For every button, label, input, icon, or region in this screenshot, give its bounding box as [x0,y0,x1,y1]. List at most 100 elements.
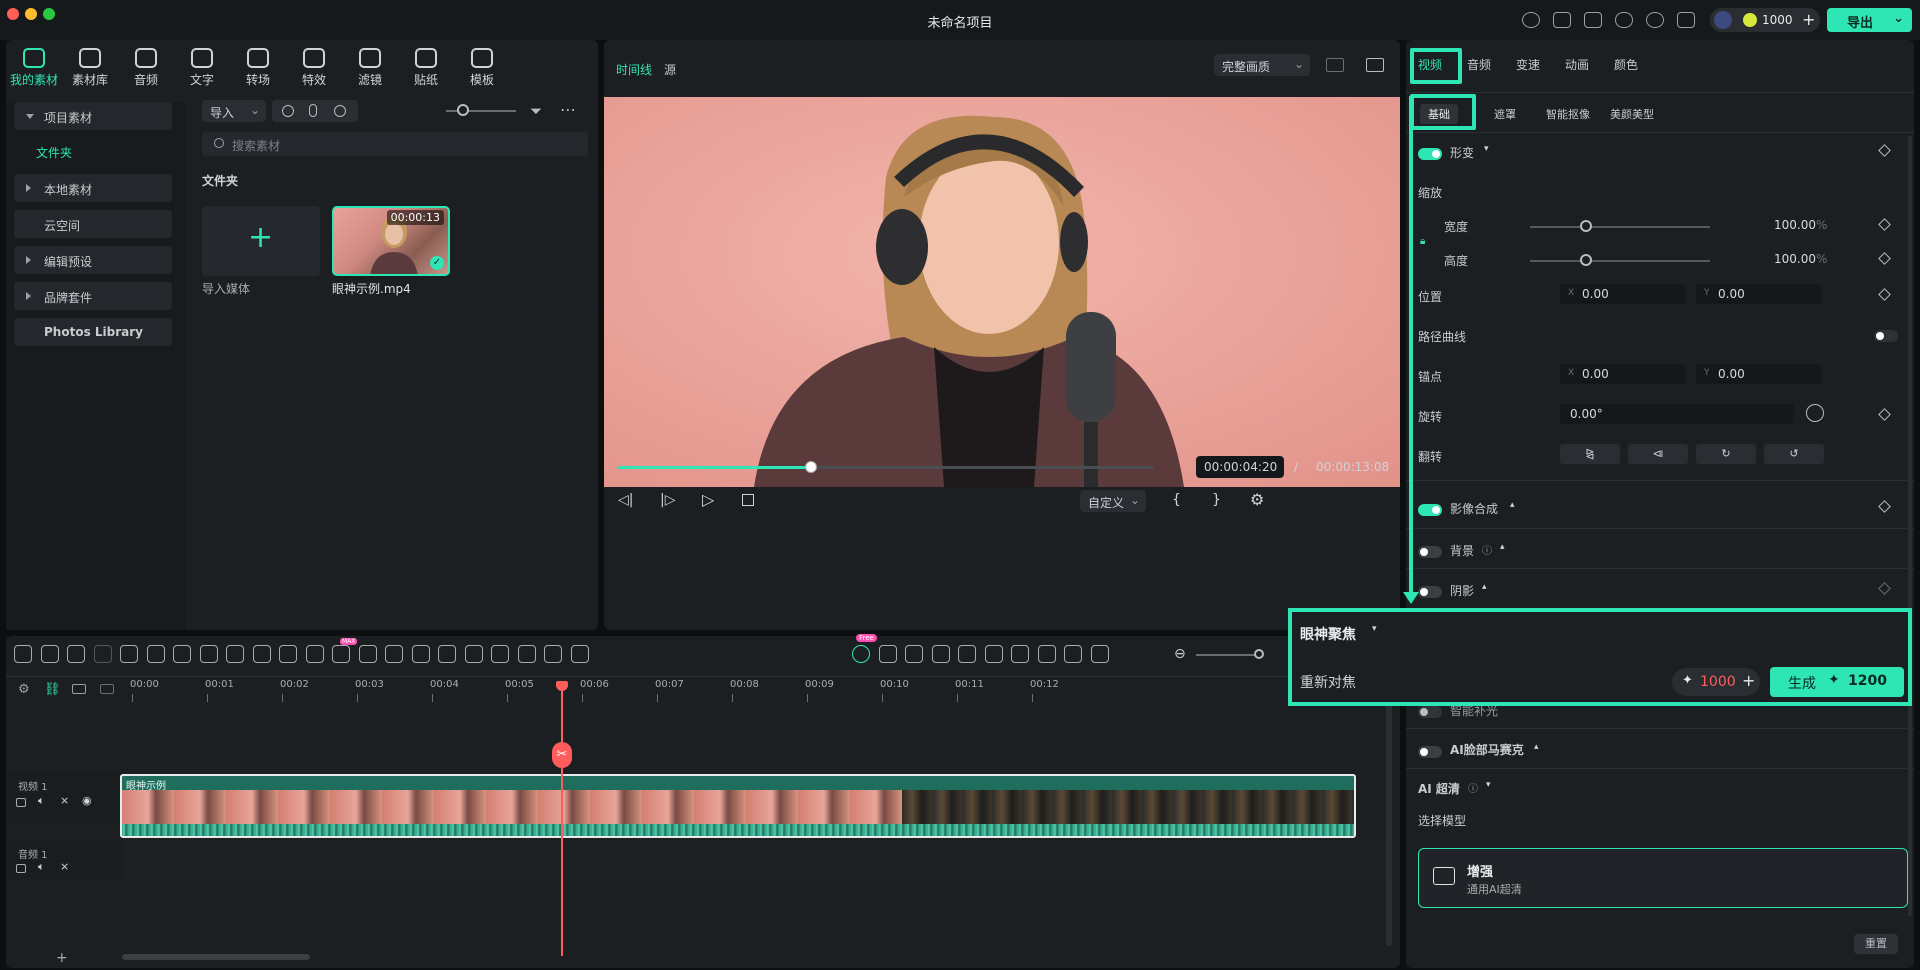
marker-icon[interactable] [100,684,114,694]
crop-icon[interactable] [173,645,191,663]
add-track-button[interactable]: + [56,950,68,966]
translate-icon[interactable] [517,645,536,663]
layout-icon[interactable] [14,645,32,663]
position-y-field[interactable]: Y 0.00 [1696,284,1822,304]
rotate-dial-icon[interactable] [1806,404,1824,422]
prop-tab-3[interactable]: 动画 [1565,56,1589,73]
tab-sticker[interactable]: 贴纸 [398,48,454,88]
timeline-settings-icon[interactable]: ⚙ [18,682,30,697]
tab-store[interactable]: 素材库 [62,48,118,88]
chevron-down-icon[interactable]: ⌄ [1893,11,1904,26]
grid-view-icon[interactable] [1326,58,1344,72]
tab-music[interactable]: 音频 [118,48,174,88]
rotate-field[interactable]: 0.00° [1560,404,1794,424]
mic-icon[interactable] [1011,645,1029,663]
speed-icon[interactable] [279,645,297,663]
mute-icon[interactable]: ⨯ [60,794,69,807]
freeze-icon[interactable] [358,645,377,663]
save-icon[interactable] [1584,12,1602,28]
chevron-down-icon[interactable]: ▾ [1372,624,1377,634]
speaker-icon[interactable]: 🔈︎ [38,794,45,808]
tab-timeline[interactable]: 时间线 [616,61,652,78]
voiceover-icon[interactable] [334,105,346,117]
step-back-icon[interactable]: |▷ [660,492,675,508]
flip-horizontal-icon[interactable]: ⧎ [1560,444,1620,464]
mute-icon[interactable]: ⨯ [60,860,69,873]
zoom-dropdown[interactable]: 自定义 ⌄ [1080,490,1146,512]
anchor-x-field[interactable]: X 0.00 [1560,364,1686,384]
position-x-field[interactable]: X 0.00 [1560,284,1686,304]
shadow-toggle[interactable] [1418,586,1442,598]
rotate-right-icon[interactable]: ↻ [1696,444,1756,464]
help-icon[interactable]: ⓘ [1468,780,1478,795]
credits-badge[interactable]: 1000 + [1710,8,1820,32]
prop-tab-4[interactable]: 颜色 [1614,56,1638,73]
apps-grid-icon[interactable] [1677,12,1695,28]
anchor-y-field[interactable]: Y 0.00 [1696,364,1822,384]
snap-grid-icon[interactable] [878,645,897,663]
width-value[interactable]: 100.00 [1774,218,1816,232]
chevron-up-icon[interactable]: ▴ [1534,742,1539,752]
playhead-handle[interactable] [556,681,568,691]
headset-icon[interactable] [1522,12,1540,28]
keyframe-width-icon[interactable] [1878,218,1891,231]
progress-track[interactable] [618,466,1154,469]
export-button[interactable]: 导出 ⌄ [1827,8,1912,32]
quality-dropdown[interactable]: 完整画质 ⌄ [1214,54,1310,76]
filter-icon[interactable]: ⏷ [530,102,542,120]
lock-icon[interactable] [16,864,26,873]
chevron-up-icon[interactable]: ▴ [1500,542,1505,552]
tab-transition[interactable]: 转场 [230,48,286,88]
timeline-zoom-knob[interactable] [1254,649,1264,659]
tab-template[interactable]: 模板 [454,48,510,88]
dim-icon[interactable] [958,645,976,663]
multicam-icon[interactable] [1064,645,1082,663]
background-toggle[interactable] [1418,546,1442,558]
settings-icon[interactable]: ⚙ [1250,490,1264,509]
lock-icon[interactable] [16,798,26,807]
snap-icon[interactable] [72,684,86,694]
lock-ratio-icon[interactable]: 🔒︎ [1420,236,1425,247]
chevron-down-icon[interactable]: ▾ [1484,144,1489,154]
cloud-upload-icon[interactable] [1615,12,1633,28]
height-slider[interactable] [1530,260,1710,262]
audio-track-lane[interactable] [124,842,1400,878]
plus-icon[interactable]: + [1802,10,1815,29]
delete-icon[interactable] [120,645,138,663]
mark-in-icon[interactable]: { [1172,492,1181,508]
width-slider[interactable] [1530,226,1710,228]
ai-mate-icon[interactable] [852,645,870,663]
sidebar-item-project-media[interactable]: 项目素材 [14,102,172,130]
ai-text-icon[interactable] [385,645,403,663]
props-scrollbar[interactable] [1908,136,1912,916]
tab-media[interactable]: 我的素材 [6,48,62,88]
speaker-icon[interactable]: 🔈︎ [38,860,45,874]
smart-fill-toggle[interactable] [1418,706,1442,718]
ai-edit-icon[interactable] [931,645,950,663]
tab-source[interactable]: 源 [664,61,676,78]
tab-text[interactable]: 文字 [174,48,230,88]
timeline-zoom-slider[interactable] [1196,654,1256,656]
redo-icon[interactable] [93,645,112,663]
import-media-tile[interactable]: + [202,206,320,276]
beauty-icon[interactable] [411,645,430,663]
scene-icon[interactable] [905,645,923,663]
height-value[interactable]: 100.00 [1774,252,1816,266]
chevron-up-icon[interactable]: ▴ [1510,500,1515,510]
stop-icon[interactable] [742,494,754,506]
more-icon[interactable]: ⋯ [560,100,576,119]
motion-icon[interactable] [491,645,509,663]
reverse-icon[interactable] [332,645,350,663]
sidebar-item-brand-kit[interactable]: 品牌套件 [14,282,172,310]
prev-frame-icon[interactable]: ◁| [618,492,633,508]
microphone-icon[interactable] [309,104,317,117]
stabilize-icon[interactable] [570,645,589,663]
text-icon[interactable] [199,645,218,663]
playhead-knob[interactable] [804,461,817,473]
select-icon[interactable] [40,645,59,663]
sidebar-item-folder[interactable]: 文件夹 [36,144,72,161]
face-mosaic-toggle[interactable] [1418,746,1442,758]
height-slider-knob[interactable] [1580,254,1592,266]
shield-icon[interactable] [984,645,1003,663]
prop-subtab-3[interactable]: 美颜美型 [1602,104,1662,124]
